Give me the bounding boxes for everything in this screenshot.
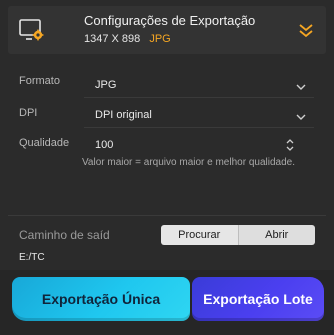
output-path-label: Caminho de saíd — [19, 228, 110, 242]
chevron-down-icon — [295, 80, 307, 92]
export-settings-panel: Configurações de Exportação 1347 X 898 J… — [0, 0, 334, 335]
dpi-value: DPI original — [95, 109, 152, 121]
format-select[interactable]: JPG — [84, 74, 314, 96]
format-label: Formato — [19, 75, 60, 87]
quality-stepper-icon[interactable] — [285, 135, 295, 155]
single-export-button[interactable]: Exportação Única — [12, 277, 190, 321]
output-path-value: E:/TC — [19, 252, 45, 263]
quality-label: Qualidade — [19, 137, 70, 149]
path-button-group: Procurar Abrir — [161, 225, 315, 245]
quality-value: 100 — [95, 139, 114, 151]
batch-export-button[interactable]: Exportação Lote — [192, 277, 324, 321]
open-button[interactable]: Abrir — [238, 225, 315, 245]
output-divider — [8, 215, 326, 216]
image-dimensions: 1347 X 898 — [84, 33, 141, 45]
monitor-gear-icon — [18, 17, 44, 43]
export-header: Configurações de Exportação 1347 X 898 J… — [8, 6, 326, 54]
double-chevron-down-icon[interactable] — [296, 20, 316, 40]
dpi-label: DPI — [19, 107, 38, 119]
export-title: Configurações de Exportação — [84, 13, 256, 28]
dpi-underline — [84, 127, 314, 128]
format-value: JPG — [95, 79, 117, 91]
format-underline — [84, 97, 314, 98]
quality-input[interactable]: 100 — [84, 134, 314, 156]
browse-button[interactable]: Procurar — [161, 225, 239, 245]
chevron-down-icon — [295, 110, 307, 122]
quality-hint: Valor maior = arquivo maior e melhor qua… — [82, 157, 295, 168]
image-info: 1347 X 898 JPG — [84, 33, 171, 45]
dpi-select[interactable]: DPI original — [84, 104, 314, 126]
image-format-badge: JPG — [149, 33, 171, 45]
